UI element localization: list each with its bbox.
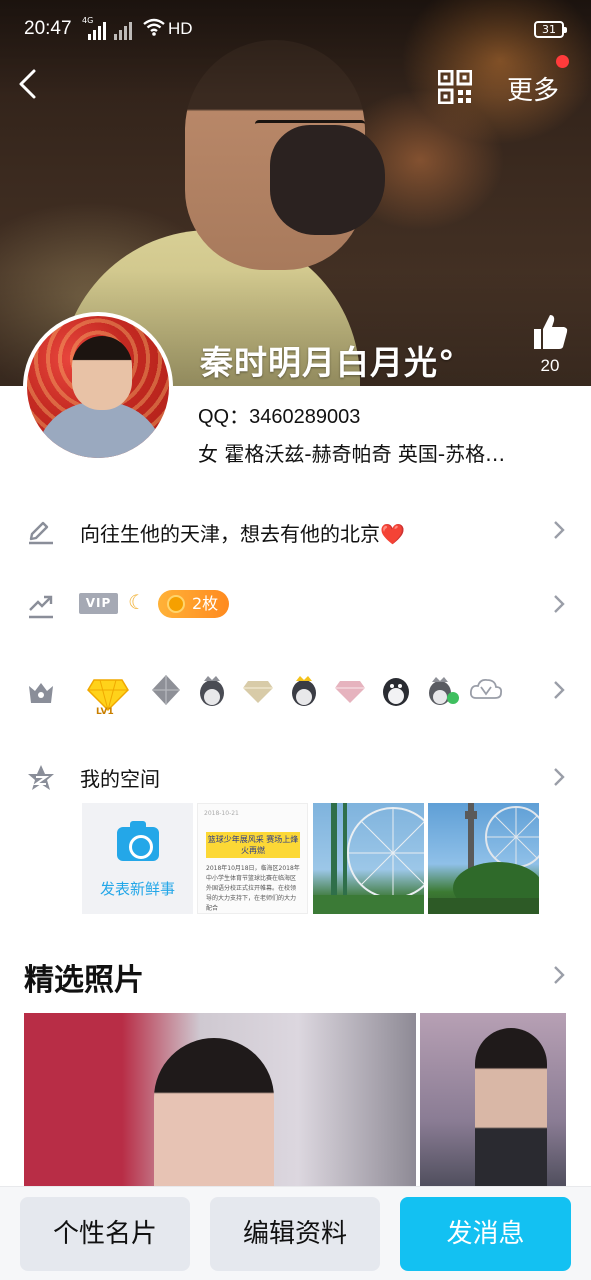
like-button[interactable]: 20 [528, 312, 572, 376]
penguin-crown-icon[interactable] [194, 672, 230, 708]
send-message-button[interactable]: 发消息 [400, 1197, 571, 1271]
signature-text: 向往生他的天津，想去有他的北京❤️ [80, 522, 405, 546]
like-count: 20 [540, 356, 560, 375]
featured-photos-title: 精选照片 [24, 963, 144, 998]
edit-profile-button[interactable]: 编辑资料 [210, 1197, 380, 1271]
thumbs-up-icon [534, 315, 568, 349]
chevron-right-icon [554, 521, 565, 539]
qq-number: QQ：3460289003 [198, 406, 361, 428]
qr-code-button[interactable] [437, 69, 473, 105]
status-bar: 20:47 4G HD 31 [0, 0, 591, 60]
post-headline: 篮球少年展风采 赛场上烽火再燃 [206, 832, 300, 858]
new-post-label: 发表新鲜事 [99, 880, 175, 898]
new-post-tile[interactable]: 发表新鲜事 [82, 803, 193, 914]
back-button[interactable] [14, 66, 54, 110]
wifi-icon [143, 17, 165, 41]
signal-icons: 4G [82, 16, 142, 40]
diamond-pink-icon[interactable] [332, 672, 368, 708]
chevron-right-icon [554, 768, 565, 786]
moon-icon: ☾ [128, 590, 146, 614]
my-space-title: 我的空间 [80, 767, 160, 791]
gem-medal-icon[interactable]: LV1 [86, 676, 130, 716]
signal-icon [88, 22, 106, 40]
nickname: 秦时明月白月光° [200, 343, 456, 382]
medal-level: LV1 [96, 707, 114, 716]
crown-icon [29, 683, 53, 703]
penguin-crown-dark-icon[interactable] [286, 672, 322, 708]
edit-icon [29, 521, 53, 545]
heart-emoji: ❤️ [380, 522, 405, 546]
chevron-right-icon [554, 681, 565, 699]
level-up-icon [29, 595, 53, 619]
camera-icon [117, 821, 159, 861]
chevron-right-icon[interactable] [550, 963, 568, 987]
post-date: 2018-10-21 [204, 810, 239, 817]
coin-badge[interactable]: 2枚 [158, 590, 229, 618]
v-cloud-icon[interactable] [468, 672, 504, 708]
my-space-row[interactable]: 我的空间 [0, 758, 591, 798]
signal-icon-2 [114, 22, 132, 40]
hd-label: HD [168, 19, 193, 38]
space-photo-ferris-wheel-2[interactable] [428, 803, 539, 914]
battery-icon: 31 [534, 21, 567, 38]
profile-card-button[interactable]: 个性名片 [20, 1197, 190, 1271]
space-photo-ferris-wheel-1[interactable] [313, 803, 424, 914]
bottom-action-bar: 个性名片 编辑资料 发消息 [0, 1186, 591, 1280]
penguin-green-icon[interactable] [424, 672, 460, 708]
chevron-left-icon [19, 69, 36, 99]
coin-badge-count: 2枚 [192, 594, 219, 613]
more-button[interactable]: 更多 [507, 70, 559, 107]
featured-photo-1[interactable] [24, 1013, 416, 1193]
notification-dot [556, 55, 569, 68]
diamond-beige-icon[interactable] [240, 672, 276, 708]
ferris-wheel-icon [313, 803, 424, 914]
vip-badge: VIP [79, 593, 118, 614]
featured-photo-2[interactable] [420, 1013, 566, 1193]
chevron-right-icon [554, 595, 565, 613]
avatar[interactable] [23, 312, 173, 462]
ferris-wheel-icon [428, 803, 539, 914]
gray-gem-icon[interactable] [148, 672, 184, 708]
qr-code-icon [437, 69, 473, 105]
space-post-thumbnail[interactable]: 2018-10-21 篮球少年展风采 赛场上烽火再燃 2018年10月18日，临… [197, 803, 308, 914]
post-body: 2018年10月18日，临海区2018年中小学生体育节篮球比赛在临海区外国语分校… [206, 865, 300, 912]
penguin-icon[interactable] [378, 672, 414, 708]
qzone-star-icon [28, 765, 54, 790]
signature-row[interactable]: 向往生他的天津，想去有他的北京❤️ [0, 505, 591, 555]
status-time: 20:47 [24, 18, 72, 39]
coin-icon [167, 595, 185, 613]
profile-details: 女 霍格沃兹-赫奇帕奇 英国-苏格… [198, 442, 506, 466]
